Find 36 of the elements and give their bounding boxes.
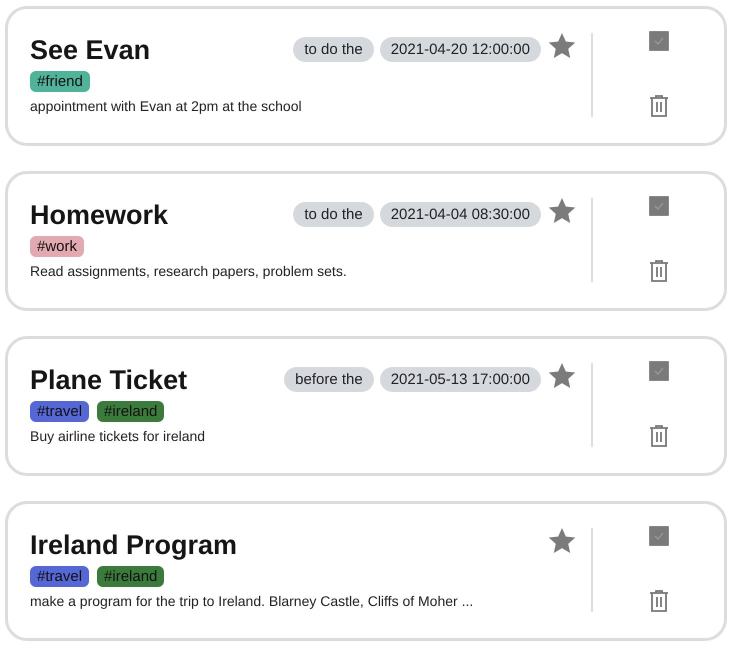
tag: #friend <box>30 71 90 92</box>
checkmark-icon <box>652 200 664 212</box>
done-checkbox[interactable] <box>648 196 668 216</box>
star-icon[interactable] <box>549 198 575 224</box>
tag: #ireland <box>97 566 164 587</box>
deadline-label: to do the <box>293 202 374 227</box>
deadline-date: 2021-04-04 08:30:00 <box>380 202 541 227</box>
deadline-date: 2021-04-20 12:00:00 <box>380 37 541 62</box>
tag: #work <box>30 236 84 257</box>
task-description: appointment with Evan at 2pm at the school <box>30 98 303 114</box>
done-checkbox[interactable] <box>648 31 668 51</box>
tag: #travel <box>30 401 90 422</box>
task-title: See Evan <box>30 35 152 66</box>
delete-icon[interactable] <box>648 95 668 117</box>
checkmark-icon <box>652 530 664 542</box>
star-icon[interactable] <box>549 528 575 554</box>
done-checkbox[interactable] <box>648 526 668 546</box>
checkmark-icon <box>652 365 664 377</box>
task-title: Plane Ticket <box>30 365 188 396</box>
star-icon[interactable] <box>549 33 575 59</box>
task-title: Homework <box>30 200 170 231</box>
tag: #ireland <box>97 401 164 422</box>
deadline-date: 2021-05-13 17:00:00 <box>380 367 541 392</box>
task-title: Ireland Program <box>30 530 238 561</box>
delete-icon[interactable] <box>648 425 668 447</box>
task-description: Read assignments, research papers, problem sets. <box>30 263 348 279</box>
task-description: Buy airline tickets for ireland <box>30 428 206 444</box>
star-icon[interactable] <box>549 363 575 389</box>
delete-icon[interactable] <box>648 260 668 282</box>
tag: #travel <box>30 566 90 587</box>
deadline-label: to do the <box>293 37 374 62</box>
checkmark-icon <box>652 35 664 47</box>
done-checkbox[interactable] <box>648 361 668 381</box>
delete-icon[interactable] <box>648 590 668 612</box>
task-description: make a program for the trip to Ireland. Blarney Castle, Cliffs of Moher ... <box>30 593 474 609</box>
deadline-label: before the <box>284 367 374 392</box>
